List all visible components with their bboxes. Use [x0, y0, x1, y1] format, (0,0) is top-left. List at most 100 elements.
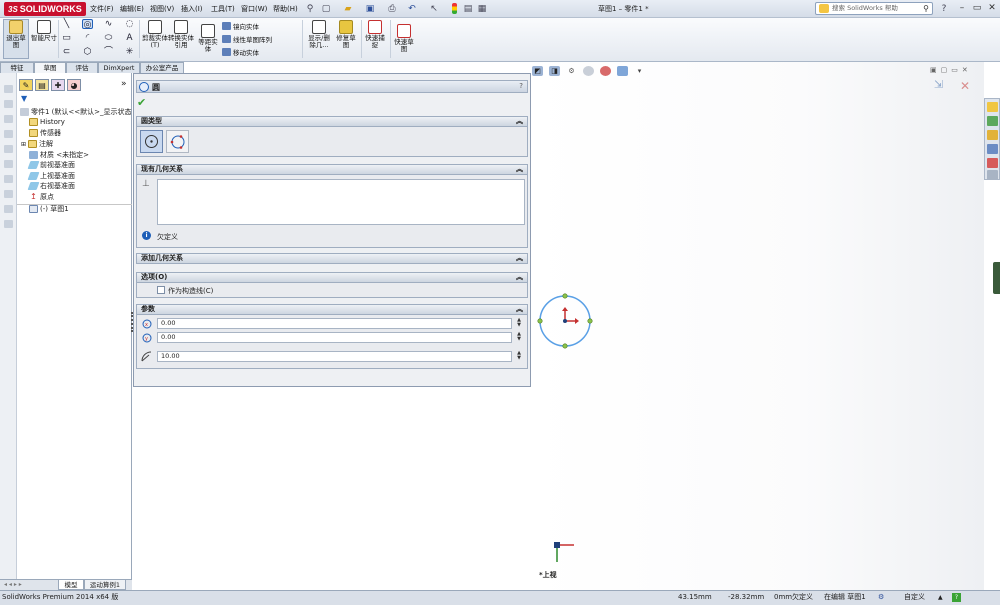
viewport-close-icon[interactable]: ✕	[962, 66, 968, 76]
circle-center[interactable]	[563, 319, 567, 323]
viewport-tile-icon[interactable]: ▣	[930, 66, 937, 76]
collapse-icon[interactable]: ︽	[516, 165, 523, 174]
tree-item-front-plane[interactable]: 前视基准面	[27, 160, 75, 170]
toolbar-icon[interactable]	[4, 175, 13, 183]
center-y-field[interactable]: 0.00	[157, 332, 512, 343]
toolbar-icon[interactable]	[4, 115, 13, 123]
slot-icon[interactable]: ⊂	[61, 47, 72, 57]
display-style-icon[interactable]: ◨	[549, 66, 560, 76]
help-icon[interactable]: ?	[519, 82, 523, 90]
toolbar-icon[interactable]	[4, 145, 13, 153]
trim-entities-button[interactable]: 剪裁实体(T)	[142, 20, 168, 49]
tab-evaluate[interactable]: 评估	[66, 62, 98, 73]
tree-root[interactable]: 零件1 (默认<<默认>_显示状态	[20, 107, 132, 117]
rapid-sketch-button[interactable]: 快速草图	[393, 24, 415, 53]
center-circle-button[interactable]	[140, 130, 163, 153]
pin-icon[interactable]: ⚲	[304, 2, 316, 15]
menu-file[interactable]: 文件(F)	[90, 4, 114, 14]
scene-icon[interactable]	[617, 66, 628, 76]
toolbar-icon[interactable]	[4, 205, 13, 213]
mirror-entities-button[interactable]: 镜向实体	[222, 21, 259, 31]
property-manager-tab-icon[interactable]: ▤	[35, 79, 49, 91]
menu-window[interactable]: 窗口(W)	[241, 4, 267, 14]
convert-entities-button[interactable]: 转换实体引用	[168, 20, 194, 49]
rectangle-icon[interactable]: ▭	[61, 33, 72, 43]
menu-edit[interactable]: 编辑(E)	[120, 4, 144, 14]
save-icon[interactable]: ▣	[364, 2, 376, 15]
section-view-icon[interactable]	[583, 66, 594, 76]
relations-list[interactable]	[157, 179, 525, 225]
print-icon[interactable]: ⎙	[386, 2, 398, 15]
search-dropdown-icon[interactable]: ⚲	[923, 3, 929, 14]
circle-tool-icon[interactable]: ◎	[82, 19, 93, 30]
toolbar-icon[interactable]	[4, 220, 13, 228]
tab-sketch[interactable]: 草图	[34, 62, 66, 73]
view-orientation-icon[interactable]: ◩	[532, 66, 543, 76]
tab-motion-study[interactable]: 运动算例1	[84, 580, 126, 590]
display-relations-button[interactable]: 显示/删除几...	[305, 20, 333, 49]
panel-splitter-handle[interactable]	[131, 312, 135, 332]
offset-entities-button[interactable]: 等距实体	[196, 24, 220, 53]
ellipse-icon[interactable]: ⬭	[103, 33, 114, 43]
status-units[interactable]: 自定义	[904, 591, 925, 604]
collapse-icon[interactable]: ︽	[516, 273, 523, 282]
point-icon[interactable]: ◌	[124, 19, 135, 29]
rebuild-status-icon[interactable]: ⚙	[878, 591, 884, 604]
cancel-sketch-icon[interactable]: ✕	[960, 79, 970, 93]
perimeter-circle-button[interactable]	[166, 130, 189, 153]
section-circle-type-header[interactable]: 圆类型 ︽	[136, 116, 528, 127]
minimize-button[interactable]: –	[955, 2, 969, 15]
repair-sketch-button[interactable]: 修复草图	[335, 20, 357, 49]
menu-view[interactable]: 视图(V)	[150, 4, 174, 14]
rebuild-icon[interactable]	[448, 2, 460, 15]
toolbar-icon[interactable]	[4, 100, 13, 108]
tree-item-annotations[interactable]: ⊞ 注解	[21, 139, 53, 149]
fillet-icon[interactable]: ⌒	[103, 47, 114, 57]
select-icon[interactable]: ↖	[428, 2, 440, 15]
circle-handle[interactable]	[587, 318, 593, 324]
arc-icon[interactable]: ◜	[82, 33, 93, 43]
center-y-spinner[interactable]: ▲ ▼	[515, 332, 523, 343]
viewport-restore-icon[interactable]: ▢	[941, 66, 948, 76]
units-dropdown-icon[interactable]: ▲	[938, 591, 943, 604]
collapse-icon[interactable]: ︽	[516, 117, 523, 126]
section-add-relations-header[interactable]: 添加几何关系 ︽	[136, 253, 528, 264]
sketch-canvas[interactable]	[532, 62, 984, 590]
appearances-tab-icon[interactable]	[987, 158, 998, 168]
new-file-icon[interactable]: ▢	[320, 2, 332, 15]
graphics-area[interactable]: *上视 ⇲ ✕	[532, 62, 984, 590]
maximize-button[interactable]: ▭	[970, 2, 984, 15]
toolbar-icon[interactable]	[4, 130, 13, 138]
radius-spinner[interactable]: ▲ ▼	[515, 351, 523, 362]
close-button[interactable]: ✕	[985, 2, 999, 15]
exit-sketch-button[interactable]: 退出草图	[3, 19, 29, 59]
open-folder-icon[interactable]: ▰	[342, 2, 354, 15]
center-x-field[interactable]: 0.00	[157, 318, 512, 329]
resources-tab-icon[interactable]	[987, 102, 998, 112]
section-options-header[interactable]: 选项(O) ︽	[136, 272, 528, 283]
filter-icon[interactable]: ▼	[21, 94, 27, 103]
tab-office-products[interactable]: 办公室产品	[140, 62, 184, 73]
tree-item-material[interactable]: 材质 <未指定>	[29, 150, 89, 160]
menu-help[interactable]: 帮助(H)	[273, 4, 298, 14]
feature-manager-tab-icon[interactable]: ✎	[19, 79, 33, 91]
options-icon[interactable]: ▦	[476, 2, 488, 15]
smart-dimension-button[interactable]: 智能尺寸	[31, 20, 57, 42]
appearance-icon[interactable]	[600, 66, 611, 76]
solidworks-logo[interactable]: 3S SOLIDWORKS	[4, 2, 86, 16]
radius-field[interactable]: 10.00	[157, 351, 512, 362]
tree-item-right-plane[interactable]: 右视基准面	[27, 181, 75, 191]
circle-handle[interactable]	[562, 293, 568, 299]
config-manager-tab-icon[interactable]: ✚	[51, 79, 65, 91]
expand-panel-icon[interactable]: »	[121, 79, 127, 89]
section-existing-relations-header[interactable]: 现有几何关系 ︽	[136, 164, 528, 175]
exit-sketch-corner-icon[interactable]: ⇲	[934, 78, 943, 91]
circle-handle[interactable]	[537, 318, 543, 324]
ok-check-icon[interactable]: ✔	[137, 96, 146, 109]
custom-properties-tab-icon[interactable]	[987, 170, 998, 180]
tree-item-sketch1[interactable]: (-) 草图1	[29, 204, 69, 214]
spline-icon[interactable]: ∿	[103, 19, 114, 29]
linear-pattern-button[interactable]: 线性草图阵列	[222, 34, 272, 44]
polygon-icon[interactable]: ⬡	[82, 47, 93, 57]
tab-features[interactable]: 特征	[0, 62, 34, 73]
